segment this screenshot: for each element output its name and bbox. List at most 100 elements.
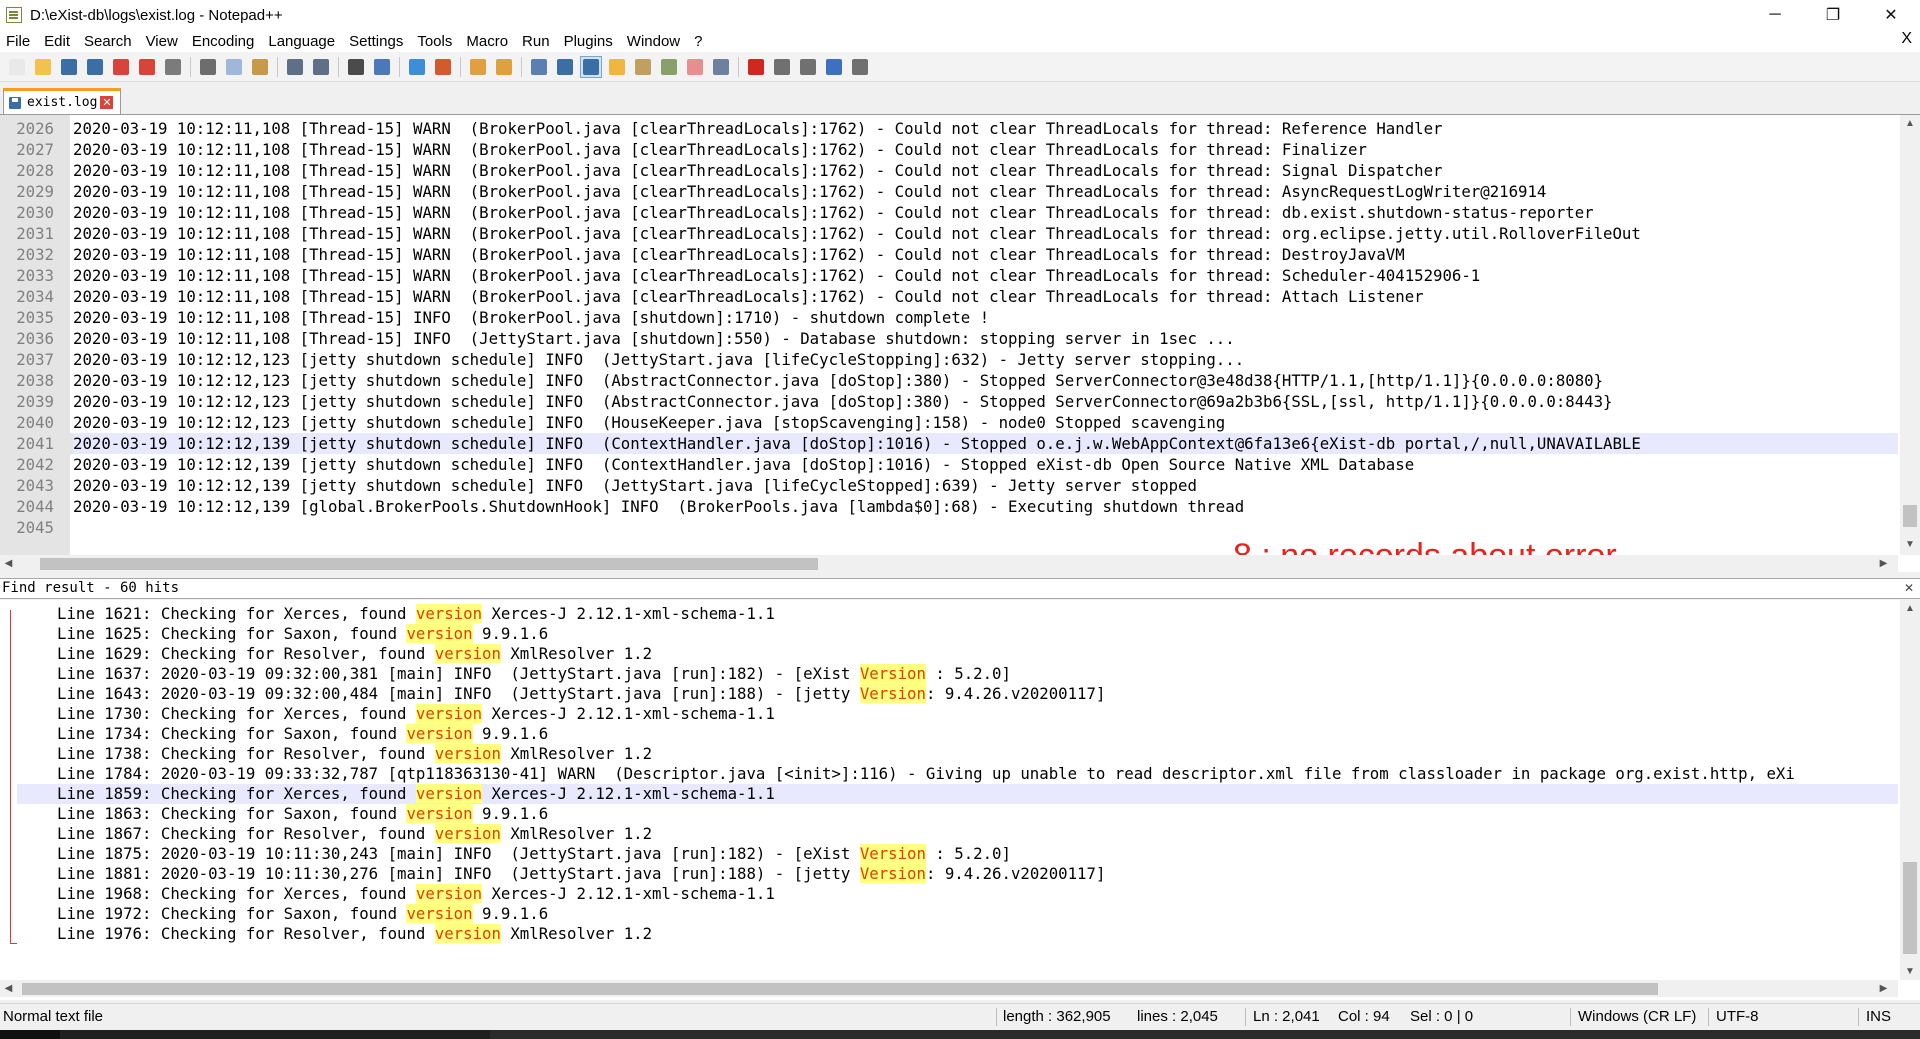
menu-window[interactable]: Window [620, 33, 687, 50]
scroll-down-arrow-icon[interactable]: ▼ [1900, 963, 1920, 980]
editor-line[interactable]: 2045 [0, 517, 1898, 538]
menu-encoding[interactable]: Encoding [185, 33, 262, 50]
scroll-down-arrow-icon[interactable]: ▼ [1900, 536, 1920, 553]
close-all-button[interactable] [136, 56, 158, 78]
replace-button[interactable] [371, 56, 393, 78]
tab-close-button[interactable]: ✕ [100, 96, 114, 109]
save-button[interactable] [58, 56, 80, 78]
scrollbar-thumb[interactable] [40, 558, 818, 570]
editor-line[interactable]: 2038 2020-03-19 10:12:12,123 [jetty shutd… [0, 370, 1898, 391]
find-result-row[interactable]: Line 1643: 2020-03-19 09:32:00,484 [main… [0, 684, 1898, 704]
find-result-row[interactable]: Line 1784: 2020-03-19 09:33:32,787 [qtp1… [0, 764, 1898, 784]
scroll-left-arrow-icon[interactable]: ◀ [0, 980, 17, 997]
monitoring-button[interactable] [710, 56, 732, 78]
save-all-button[interactable] [84, 56, 106, 78]
find-result-row[interactable]: Line 1875: 2020-03-19 10:11:30,243 [main… [0, 844, 1898, 864]
menu-file[interactable]: File [0, 33, 37, 50]
run-macro-multiple-button[interactable] [823, 56, 845, 78]
status-encoding[interactable]: UTF-8 [1716, 1004, 1759, 1030]
editor-line[interactable]: 2028 2020-03-19 10:12:11,108 [Thread-15] … [0, 160, 1898, 181]
window-close-button[interactable]: ✕ [1862, 0, 1920, 30]
editor-horizontal-scrollbar[interactable]: ◀ ▶ [0, 555, 1898, 572]
find-result-row[interactable]: Line 1738: Checking for Resolver, found … [0, 744, 1898, 764]
editor-line[interactable]: 2033 2020-03-19 10:12:11,108 [Thread-15] … [0, 265, 1898, 286]
editor-text[interactable]: 2026 2020-03-19 10:12:11,108 [Thread-15] … [0, 118, 1898, 538]
status-insert-mode[interactable]: INS [1866, 1004, 1891, 1030]
line-text[interactable]: 2020-03-19 10:12:11,108 [Thread-15] WARN… [73, 245, 1405, 264]
editor-line[interactable]: 2035 2020-03-19 10:12:11,108 [Thread-15] … [0, 307, 1898, 328]
menu-tools[interactable]: Tools [410, 33, 459, 50]
redo-button[interactable] [310, 56, 332, 78]
line-text[interactable]: 2020-03-19 10:12:11,108 [Thread-15] WARN… [73, 182, 1546, 201]
line-text[interactable]: 2020-03-19 10:12:12,139 [jetty shutdown … [73, 455, 1414, 474]
menu-search[interactable]: Search [77, 33, 139, 50]
line-text[interactable]: 2020-03-19 10:12:11,108 [Thread-15] WARN… [73, 161, 1442, 180]
scrollbar-thumb[interactable] [1903, 862, 1917, 954]
find-result-row[interactable]: Line 1637: 2020-03-19 09:32:00,381 [main… [0, 664, 1898, 684]
sync-horizontal-button[interactable] [493, 56, 515, 78]
paste-button[interactable] [249, 56, 271, 78]
editor-line[interactable]: 2040 2020-03-19 10:12:12,123 [jetty shutd… [0, 412, 1898, 433]
line-text[interactable]: 2020-03-19 10:12:12,139 [global.BrokerPo… [73, 497, 1244, 516]
menu-view[interactable]: View [139, 33, 185, 50]
doc-map-button[interactable] [632, 56, 654, 78]
editor-vertical-scrollbar[interactable]: ▲ ▼ [1900, 115, 1920, 555]
undo-button[interactable] [284, 56, 306, 78]
status-eol[interactable]: Windows (CR LF) [1578, 1004, 1696, 1030]
stop-record-button[interactable] [771, 56, 793, 78]
line-text[interactable]: 2020-03-19 10:12:12,123 [jetty shutdown … [73, 413, 1225, 432]
editor-line[interactable]: 2027 2020-03-19 10:12:11,108 [Thread-15] … [0, 139, 1898, 160]
new-file-button[interactable] [6, 56, 28, 78]
line-text[interactable]: 2020-03-19 10:12:11,108 [Thread-15] WARN… [73, 140, 1367, 159]
menu-language[interactable]: Language [261, 33, 342, 50]
indent-guide-button[interactable] [580, 55, 602, 78]
find-result-row[interactable]: Line 1863: Checking for Saxon, found ver… [0, 804, 1898, 824]
editor-line[interactable]: 2042 2020-03-19 10:12:12,139 [jetty shutd… [0, 454, 1898, 475]
find-result-row[interactable]: Line 1629: Checking for Resolver, found … [0, 644, 1898, 664]
menu-macro[interactable]: Macro [459, 33, 515, 50]
editor-line[interactable]: 2041 2020-03-19 10:12:12,139 [jetty shutd… [0, 433, 1898, 454]
find-result-row[interactable]: Line 1621: Checking for Xerces, found ve… [0, 604, 1898, 624]
menu-edit[interactable]: Edit [37, 33, 77, 50]
line-text[interactable]: 2020-03-19 10:12:12,123 [jetty shutdown … [73, 371, 1603, 390]
editor-line[interactable]: 2036 2020-03-19 10:12:11,108 [Thread-15] … [0, 328, 1898, 349]
line-text[interactable]: 2020-03-19 10:12:11,108 [Thread-15] INFO… [73, 329, 1235, 348]
menu-run[interactable]: Run [515, 33, 557, 50]
line-text[interactable]: 2020-03-19 10:12:12,139 [jetty shutdown … [73, 434, 1641, 453]
find-result-row[interactable]: Line 1730: Checking for Xerces, found ve… [0, 704, 1898, 724]
print-button[interactable] [162, 56, 184, 78]
find-result-row[interactable]: Line 1968: Checking for Xerces, found ve… [0, 884, 1898, 904]
find-result-panel[interactable]: Line 1621: Checking for Xerces, found ve… [0, 600, 1920, 1000]
function-list-button[interactable] [658, 56, 680, 78]
menu-plugins[interactable]: Plugins [557, 33, 620, 50]
cut-button[interactable] [197, 56, 219, 78]
find-result-close-button[interactable]: ✕ [1902, 581, 1916, 595]
editor-line[interactable]: 2029 2020-03-19 10:12:11,108 [Thread-15] … [0, 181, 1898, 202]
find-result-row[interactable]: Line 1625: Checking for Saxon, found ver… [0, 624, 1898, 644]
sync-vertical-button[interactable] [467, 56, 489, 78]
close-document-button[interactable]: X [1901, 30, 1912, 48]
scrollbar-thumb[interactable] [1903, 505, 1917, 527]
scroll-up-arrow-icon[interactable]: ▲ [1900, 115, 1920, 132]
save-macro-button[interactable] [849, 56, 871, 78]
find-result-row[interactable]: Line 1972: Checking for Saxon, found ver… [0, 904, 1898, 924]
minimize-button[interactable]: ─ [1746, 0, 1804, 30]
editor-pane[interactable]: 2026 2020-03-19 10:12:11,108 [Thread-15] … [0, 115, 1920, 572]
line-text[interactable]: 2020-03-19 10:12:11,108 [Thread-15] WARN… [73, 203, 1594, 222]
open-file-button[interactable] [32, 56, 54, 78]
scroll-right-arrow-icon[interactable]: ▶ [1875, 980, 1892, 997]
find-result-row[interactable]: Line 1976: Checking for Resolver, found … [0, 924, 1898, 944]
udl-button[interactable] [606, 56, 628, 78]
editor-line[interactable]: 2037 2020-03-19 10:12:12,123 [jetty shutd… [0, 349, 1898, 370]
scroll-left-arrow-icon[interactable]: ◀ [0, 555, 17, 572]
line-text[interactable]: 2020-03-19 10:12:12,123 [jetty shutdown … [73, 350, 1244, 369]
zoom-out-button[interactable] [432, 56, 454, 78]
find-vertical-scrollbar[interactable]: ▲ ▼ [1900, 600, 1920, 980]
find-result-list[interactable]: Line 1621: Checking for Xerces, found ve… [0, 604, 1898, 944]
maximize-button[interactable]: ❐ [1804, 0, 1862, 30]
editor-line[interactable]: 2043 2020-03-19 10:12:12,139 [jetty shutd… [0, 475, 1898, 496]
line-text[interactable]: 2020-03-19 10:12:11,108 [Thread-15] WARN… [73, 119, 1442, 138]
show-all-chars-button[interactable] [554, 56, 576, 78]
line-text[interactable]: 2020-03-19 10:12:11,108 [Thread-15] WARN… [73, 266, 1480, 285]
line-text[interactable]: 2020-03-19 10:12:11,108 [Thread-15] WARN… [73, 287, 1424, 306]
